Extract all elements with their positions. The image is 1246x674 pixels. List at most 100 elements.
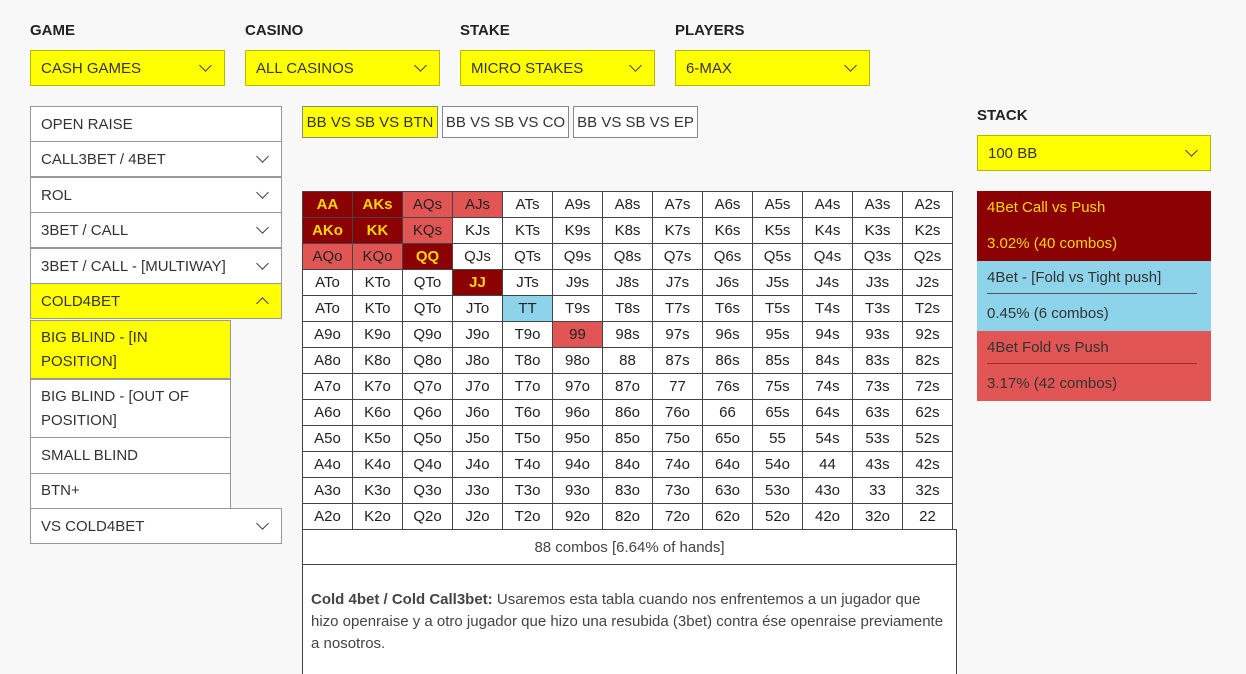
hand-cell: 82o [602,503,653,530]
hand-cell: Q7s [652,243,703,270]
hand-cell: KQs [402,217,453,244]
chevron-down-icon [256,150,269,163]
grid-row: AQo KQo QQ QJs QTs Q9s Q8s Q7s Q6s Q5s Q4s Q3s Q2s [302,243,953,270]
players-select[interactable]: 6-MAX [675,50,870,86]
hand-cell: 22 [902,503,953,530]
hand-cell: A5o [302,425,353,452]
hand-cell: A4o [302,451,353,478]
game-select[interactable]: CASH GAMES [30,50,225,86]
hand-cell: 87s [652,347,703,374]
hand-cell: T4o [502,451,553,478]
tab-bb-vs-sb-vs-btn[interactable]: BB VS SB VS BTN [302,106,438,138]
hand-cell: A9s [552,191,603,218]
hand-cell: K4s [802,217,853,244]
hand-cell: 33 [852,477,903,504]
submenu-bb-out-of-position[interactable]: BIG BLIND - [OUT OF POSITION] [30,379,231,438]
menu-3bet-call[interactable]: 3BET / CALL [30,212,282,248]
hand-cell: KQo [352,243,403,270]
casino-select[interactable]: ALL CASINOS [245,50,440,86]
description-box: Cold 4bet / Cold Call3bet: Usaremos esta… [302,564,957,674]
hand-cell: A5s [752,191,803,218]
hand-cell: A2o [302,503,353,530]
hand-cell: J6s [702,269,753,296]
hand-cell: T5o [502,425,553,452]
casino-select-value: ALL CASINOS [256,59,354,77]
hand-cell: Q5o [402,425,453,452]
legend-title: 4Bet - [Fold vs Tight push] [987,268,1162,286]
chevron-down-icon [256,517,269,530]
hand-cell: J4s [802,269,853,296]
chevron-down-icon [629,59,642,72]
hand-cell: 83s [852,347,903,374]
hand-cell: A3o [302,477,353,504]
hand-cell: T6s [702,295,753,322]
hand-cell: T3o [502,477,553,504]
hand-cell: 76o [652,399,703,426]
grid-row: A9o K9o Q9o J9o T9o 99 98s 97s 96s 95s 94s 93s 92s [302,321,953,348]
hand-cell: A7o [302,373,353,400]
hand-cell: 96o [552,399,603,426]
hand-cell: 93s [852,321,903,348]
hand-cell: 75o [652,425,703,452]
hand-cell: T2o [502,503,553,530]
menu-call3bet-4bet[interactable]: CALL3BET / 4BET [30,141,282,177]
hand-cell: J4o [452,451,503,478]
hand-cell: T4s [802,295,853,322]
hand-cell: T8s [602,295,653,322]
menu-cold4bet[interactable]: COLD4BET [30,283,282,319]
hand-cell: K2o [352,503,403,530]
hand-cell: T7o [502,373,553,400]
stack-select-value: 100 BB [988,144,1038,162]
hand-cell: J5o [452,425,503,452]
legend-value: 3.02% (40 combos) [987,234,1118,252]
hand-cell: AQo [302,243,353,270]
stack-select[interactable]: 100 BB [977,135,1211,171]
grid-row: ATo KTo QTo JJ JTs J9s J8s J7s J6s J5s J4s J3s J2s [302,269,953,296]
filter-players-label: PLAYERS [675,22,745,39]
hand-cell: TT [502,295,553,322]
description-title: Cold 4bet / Cold Call3bet: [311,591,493,608]
hand-cell: A3s [852,191,903,218]
hand-cell: K5o [352,425,403,452]
hand-cell: 75s [752,373,803,400]
hand-cell: 86s [702,347,753,374]
grid-row: A5o K5o Q5o J5o T5o 95o 85o 75o 65o 55 54s 53s 52s [302,425,953,452]
menu-vs-cold4bet[interactable]: VS COLD4BET [30,508,282,544]
submenu-bb-in-position[interactable]: BIG BLIND - [IN POSITION] [30,320,231,379]
hand-cell: Q3s [852,243,903,270]
hand-cell: ATo [302,295,353,322]
menu-3bet-call-multiway[interactable]: 3BET / CALL - [MULTIWAY] [30,248,282,284]
hand-cell: K7o [352,373,403,400]
hand-cell: QQ [402,243,453,270]
hand-cell: A6s [702,191,753,218]
hand-cell: K7s [652,217,703,244]
hand-cell: QJs [452,243,503,270]
hand-cell: Q7o [402,373,453,400]
hand-cell: 74o [652,451,703,478]
hand-cell: A8s [602,191,653,218]
menu-cold4bet-label: COLD4BET [41,292,121,310]
submenu-small-blind[interactable]: SMALL BLIND [30,437,231,474]
hand-cell: Q2o [402,503,453,530]
hand-cell: J2s [902,269,953,296]
hand-cell: KTs [502,217,553,244]
hand-cell: 88 [602,347,653,374]
submenu-btn[interactable]: BTN+ [30,473,231,509]
hand-cell: A9o [302,321,353,348]
tab-bb-vs-sb-vs-ep[interactable]: BB VS SB VS EP [573,106,698,138]
hand-cell: 97s [652,321,703,348]
grid-row: A4o K4o Q4o J4o T4o 94o 84o 74o 64o 54o 44 43s 42s [302,451,953,478]
stake-select[interactable]: MICRO STAKES [460,50,655,86]
grid-row: AA AKs AQs AJs ATs A9s A8s A7s A6s A5s A4s A3s A2s [302,191,953,218]
players-select-value: 6-MAX [686,59,732,77]
chevron-down-icon [199,59,212,72]
hand-cell: 53s [852,425,903,452]
hand-cell: 62s [902,399,953,426]
hand-cell: 87o [602,373,653,400]
menu-rol[interactable]: ROL [30,177,282,213]
hand-cell: T9s [552,295,603,322]
hand-cell: ATs [502,191,553,218]
menu-open-raise[interactable]: OPEN RAISE [30,106,282,142]
hand-cell: A8o [302,347,353,374]
tab-bb-vs-sb-vs-co[interactable]: BB VS SB VS CO [442,106,569,138]
